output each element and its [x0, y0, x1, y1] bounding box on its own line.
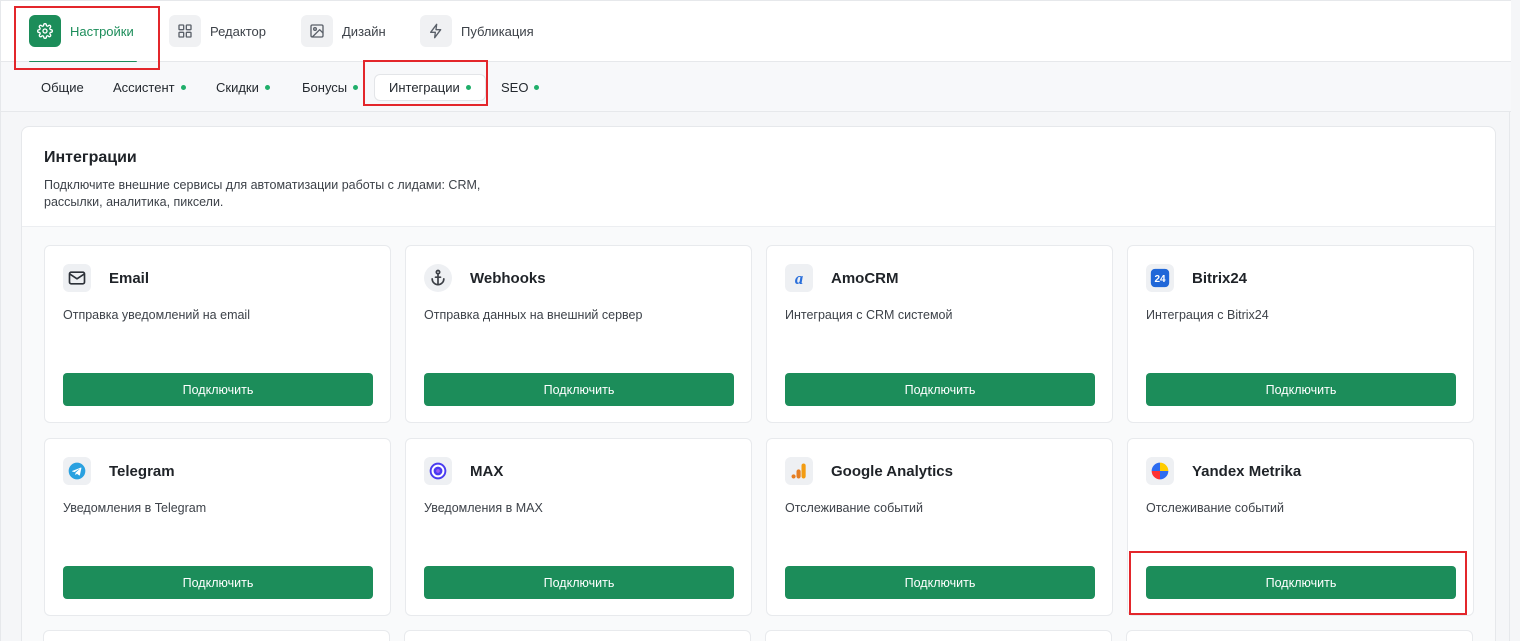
top-nav-publish[interactable]: Публикация	[420, 15, 534, 47]
top-nav-design[interactable]: Дизайн	[301, 15, 386, 47]
integration-card-partial	[43, 630, 390, 641]
tab-assistant[interactable]: Ассистент	[107, 74, 192, 101]
integration-card-amocrm: a AmoCRM Интеграция с CRM системой Подкл…	[766, 245, 1113, 423]
svg-text:24: 24	[1154, 274, 1166, 285]
tab-label: Скидки	[216, 80, 259, 95]
integration-card-bitrix24: 24 Bitrix24 Интеграция с Bitrix24 Подклю…	[1127, 245, 1474, 423]
tab-label: SEO	[501, 80, 529, 95]
integration-card-partial	[404, 630, 751, 641]
integrations-grid: Email Отправка уведомлений на email Подк…	[22, 227, 1495, 641]
telegram-logo-icon	[63, 457, 91, 485]
tab-label: Интеграции	[389, 80, 460, 95]
amocrm-logo-icon: a	[785, 264, 813, 292]
integrations-panel: Интеграции Подключите внешние сервисы дл…	[21, 126, 1496, 641]
connect-button[interactable]: Подключить	[785, 373, 1095, 406]
top-nav-settings[interactable]: Настройки	[29, 15, 134, 47]
top-nav-label: Дизайн	[342, 23, 386, 39]
card-description: Отслеживание событий	[1146, 501, 1284, 515]
connect-button[interactable]: Подключить	[63, 566, 373, 599]
card-title: Telegram	[109, 462, 175, 480]
connect-button[interactable]: Подключить	[1146, 373, 1456, 406]
lightning-icon	[420, 15, 452, 47]
tab-integrations[interactable]: Интеграции	[374, 74, 486, 101]
integration-card-max: MAX Уведомления в MAX Подключить	[405, 438, 752, 616]
top-nav-label: Редактор	[210, 23, 266, 39]
status-dot	[264, 85, 270, 90]
card-title: Email	[109, 269, 150, 287]
card-title: Yandex Metrika	[1192, 462, 1302, 480]
max-logo-icon	[424, 457, 452, 485]
card-description: Отправка данных на внешний сервер	[424, 308, 643, 322]
tab-label: Бонусы	[302, 80, 348, 95]
card-title: Google Analytics	[831, 462, 953, 480]
connect-button[interactable]: Подключить	[424, 373, 734, 406]
integration-card-webhooks: Webhooks Отправка данных на внешний серв…	[405, 245, 752, 423]
anchor-icon	[424, 264, 452, 292]
tab-seo[interactable]: SEO	[495, 74, 545, 101]
integration-card-google-analytics: Google Analytics Отслеживание событий По…	[766, 438, 1113, 616]
connect-button[interactable]: Подключить	[1146, 566, 1456, 599]
google-analytics-logo-icon	[785, 457, 813, 485]
connect-button[interactable]: Подключить	[424, 566, 734, 599]
grid-icon	[169, 15, 201, 47]
top-nav: Настройки Редактор Дизайн Публикация	[1, 0, 1511, 63]
gear-icon	[29, 15, 61, 47]
integration-card-yandex-metrika: Yandex Metrika Отслеживание событий Подк…	[1127, 438, 1474, 616]
app-frame: Настройки Редактор Дизайн Публикация Общ…	[0, 0, 1511, 641]
yandex-metrika-logo-icon	[1146, 457, 1174, 485]
tab-bonuses[interactable]: Бонусы	[296, 74, 364, 101]
card-description: Интеграция с CRM системой	[785, 308, 953, 322]
integration-card-partial	[1126, 630, 1473, 641]
panel-header: Интеграции Подключите внешние сервисы дл…	[22, 127, 1495, 227]
integration-card-partial	[765, 630, 1112, 641]
top-nav-editor[interactable]: Редактор	[169, 15, 266, 47]
card-description: Отправка уведомлений на email	[63, 308, 250, 322]
image-icon	[301, 15, 333, 47]
card-title: Webhooks	[470, 269, 546, 287]
card-title: MAX	[470, 462, 504, 480]
card-description: Интеграция с Bitrix24	[1146, 308, 1269, 322]
card-description: Отслеживание событий	[785, 501, 923, 515]
card-description: Уведомления в Telegram	[63, 501, 207, 515]
connect-button[interactable]: Подключить	[785, 566, 1095, 599]
tab-label: Ассистент	[113, 80, 175, 95]
tab-discounts[interactable]: Скидки	[210, 74, 276, 101]
sub-tabs: Общие Ассистент Скидки Бонусы Интеграции…	[1, 62, 1511, 112]
tab-label: Общие	[41, 80, 84, 95]
page-title: Интеграции	[44, 149, 137, 166]
svg-text:a: a	[795, 269, 803, 288]
status-dot	[465, 85, 471, 90]
bitrix24-logo-icon: 24	[1146, 264, 1174, 292]
status-dot	[180, 85, 186, 90]
tab-general[interactable]: Общие	[35, 74, 90, 101]
connect-button[interactable]: Подключить	[63, 373, 373, 406]
mail-icon	[63, 264, 91, 292]
card-title: Bitrix24	[1192, 269, 1248, 287]
status-dot	[534, 85, 540, 90]
top-nav-label: Публикация	[461, 23, 534, 39]
page-description: Подключите внешние сервисы для автоматиз…	[44, 178, 481, 209]
integration-card-telegram: Telegram Уведомления в Telegram Подключи…	[44, 438, 391, 616]
status-dot	[353, 85, 359, 90]
card-description: Уведомления в MAX	[424, 501, 543, 515]
card-title: AmoCRM	[831, 269, 899, 287]
integration-card-email: Email Отправка уведомлений на email Подк…	[44, 245, 391, 423]
top-nav-label: Настройки	[70, 23, 134, 39]
